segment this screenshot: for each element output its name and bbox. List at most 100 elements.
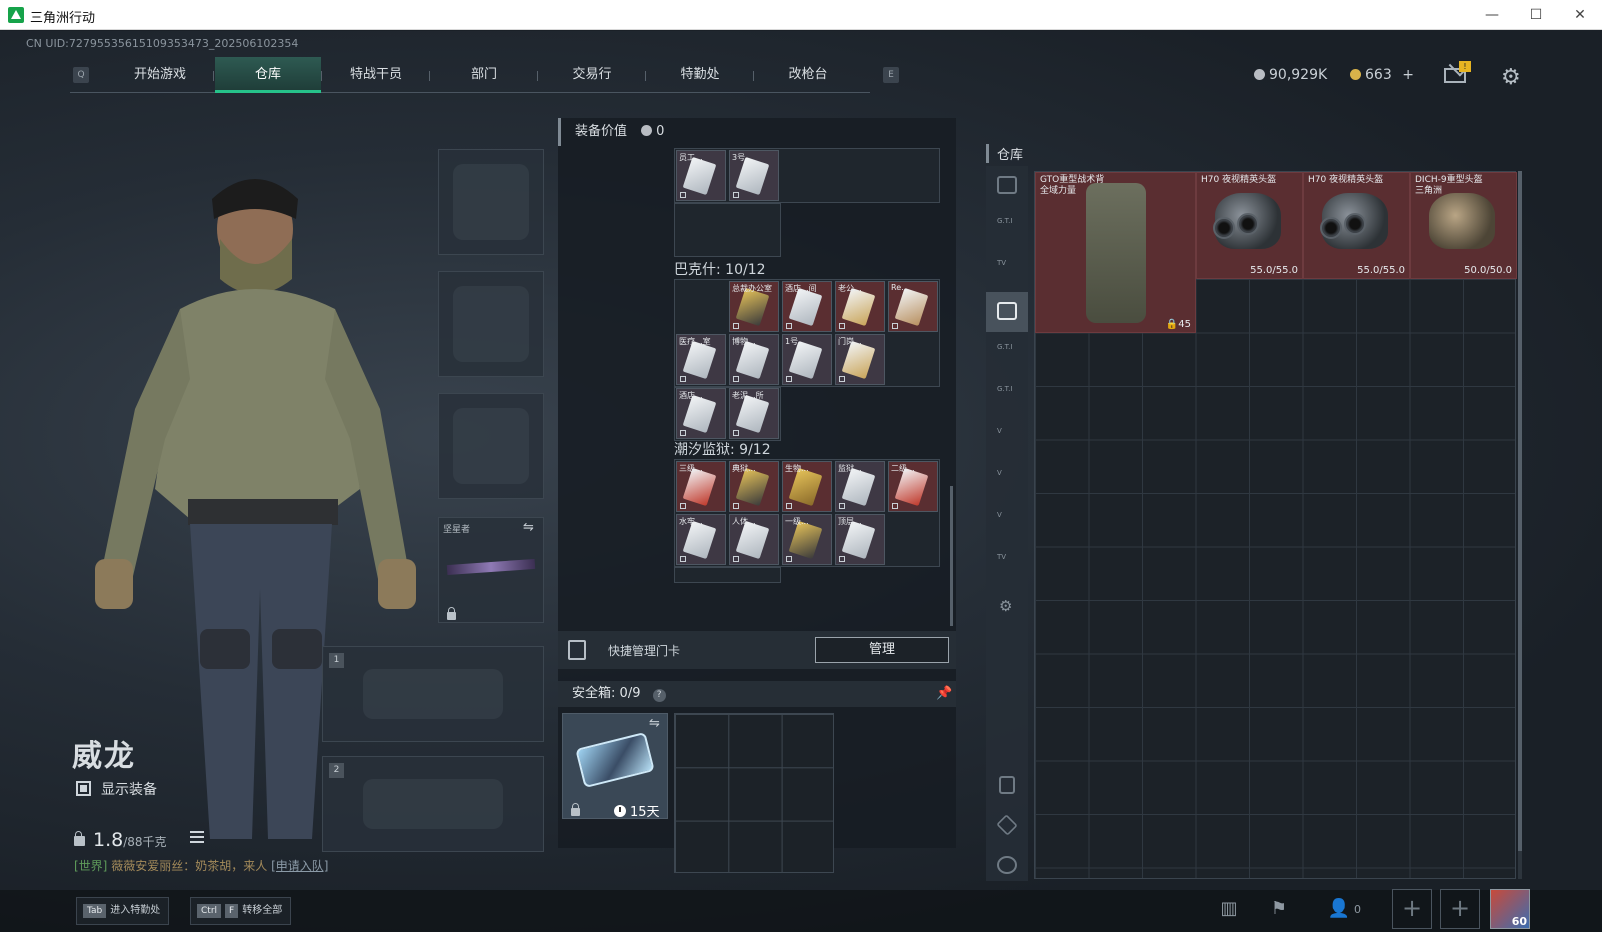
helmet-slot[interactable] [438, 149, 544, 255]
stash-tab[interactable]: G.T.I [986, 334, 1028, 374]
armor-slot[interactable] [438, 271, 544, 377]
stash-tab-all[interactable] [986, 166, 1028, 206]
stash-tab-sort[interactable] [986, 846, 1028, 886]
backpack-icon [1086, 183, 1146, 323]
close-button[interactable]: ✕ [1558, 0, 1602, 30]
apply-join-link[interactable]: [申请入队] [271, 859, 328, 873]
keycard-item[interactable]: 酒店...间 [782, 281, 832, 332]
stash-tab-active[interactable] [986, 292, 1028, 332]
transfer-all-hotkey[interactable]: Ctrl F 转移全部 [190, 897, 292, 925]
keycard-item[interactable]: 门岗... [835, 334, 885, 385]
stats-chart-icon[interactable]: ▥ [1216, 898, 1242, 922]
stash-tab-storage[interactable] [986, 766, 1028, 806]
helmet-placeholder-icon [453, 164, 529, 240]
friends-icon[interactable]: 👤 [1326, 898, 1352, 922]
equip-value-header: 装备价值 0 [558, 118, 956, 146]
swap-icon[interactable]: ⇋ [649, 716, 660, 731]
keycard-item[interactable]: 博物... [729, 334, 779, 385]
stash-tab[interactable]: G.T.I [986, 208, 1028, 248]
slot-lock-icon [447, 607, 456, 620]
minimize-button[interactable]: — [1470, 0, 1514, 30]
silver-currency: 90,929K [1254, 67, 1327, 83]
chat-line[interactable]: [世界] 薇薇安爱丽丝：奶茶胡，来人 [申请入队] [74, 857, 328, 874]
stash-scrollbar[interactable] [1518, 171, 1522, 879]
stash-tab[interactable]: TV [986, 250, 1028, 290]
stash-item-backpack[interactable]: GTO重型战术背 全域力量 🔒45 [1035, 172, 1196, 333]
stash-tab-layers[interactable] [986, 806, 1028, 846]
keycard-item[interactable]: 医疗...室 [676, 334, 726, 385]
pistol-placeholder-icon [453, 408, 529, 484]
add-currency-button[interactable]: + [1402, 67, 1414, 83]
keycard-grid-row [674, 203, 781, 257]
swap-icon[interactable]: ⇋ [523, 520, 534, 535]
add-team-slot[interactable]: + [1440, 889, 1480, 929]
stash-tab[interactable]: V [986, 418, 1028, 458]
tab-special-ops[interactable]: 特勤处 [647, 57, 753, 93]
weight-details-list-icon[interactable] [190, 831, 204, 843]
tab-trading[interactable]: 交易行 [539, 57, 645, 93]
keycard-item[interactable]: 监狱... [835, 461, 885, 512]
tab-operators[interactable]: 特战干员 [323, 57, 429, 93]
pistol-slot[interactable] [438, 393, 544, 499]
show-equipment-checkbox[interactable] [76, 781, 91, 796]
manage-button[interactable]: 管理 [815, 637, 949, 663]
primary-weapon-slot[interactable]: 1 [322, 646, 544, 742]
keycard-item[interactable]: 典狱... [729, 461, 779, 512]
tab-gunsmith[interactable]: 改枪台 [755, 57, 861, 93]
armor-placeholder-icon [453, 286, 529, 362]
gold-currency[interactable]: 663 + [1350, 67, 1414, 83]
show-equipment-toggle[interactable]: 显示装备 [76, 779, 157, 799]
stash-tab[interactable]: V [986, 460, 1028, 500]
keycard-item[interactable]: 总裁办公室 [729, 281, 779, 332]
keycard-item[interactable]: 老公... [835, 281, 885, 332]
keycard-item[interactable]: 员工... [676, 150, 726, 201]
secondary-weapon-slot[interactable]: 2 [322, 756, 544, 852]
enter-special-ops-hotkey[interactable]: Tab 进入特勤处 [76, 897, 170, 925]
friends-count: 0 [1354, 903, 1361, 916]
avatar[interactable]: 60 [1490, 889, 1530, 929]
keycard-item[interactable]: 二级... [888, 461, 938, 512]
nvg-icon [1213, 217, 1235, 239]
stash-item-helmet[interactable]: H70 夜视精英头盔 55.0/55.0 [1196, 172, 1303, 279]
keycard-item[interactable]: Re... [888, 281, 938, 332]
tab-start-game[interactable]: 开始游戏 [107, 57, 213, 93]
nav-divider [429, 71, 430, 81]
keycard-item[interactable]: 生物... [782, 461, 832, 512]
safe-box-grid [674, 713, 834, 873]
keycard-item[interactable]: 3号... [729, 150, 779, 201]
keycard-item[interactable]: 三级... [676, 461, 726, 512]
nav-left-key: Q [73, 67, 89, 83]
stash-tab[interactable]: G.T.I [986, 376, 1028, 416]
app-logo-icon [8, 7, 24, 23]
flag-icon[interactable]: ⚑ [1266, 898, 1292, 922]
pin-icon[interactable]: 📌 [936, 686, 952, 701]
keycard-item[interactable]: 水牢... [676, 514, 726, 565]
add-team-slot[interactable]: + [1392, 889, 1432, 929]
stash-settings-gear-icon[interactable]: ⚙ [999, 597, 1012, 615]
keycard-item[interactable]: 1号... [782, 334, 832, 385]
keycard-item[interactable]: 顶层... [835, 514, 885, 565]
stash-item-helmet[interactable]: H70 夜视精英头盔 55.0/55.0 [1303, 172, 1410, 279]
melee-slot[interactable]: 坚星者 ⇋ [438, 517, 544, 623]
window-title: 三角洲行动 [30, 11, 96, 26]
keycard-item[interactable]: 老泥...所 [729, 388, 779, 439]
stash-tab[interactable]: V [986, 502, 1028, 542]
help-icon[interactable]: ? [652, 689, 666, 702]
stash-tab[interactable]: TV [986, 544, 1028, 584]
tab-warehouse[interactable]: 仓库 [215, 57, 321, 93]
maximize-button[interactable]: ☐ [1514, 0, 1558, 30]
keycard-item[interactable]: 一级... [782, 514, 832, 565]
safe-box-header: 安全箱: 0/9 ? [558, 681, 956, 707]
game-viewport: CN UID:727955356151093534​73_20250​61023… [0, 31, 1602, 932]
keycard-scrollbar[interactable] [950, 486, 953, 626]
keycard-item[interactable]: 人体... [729, 514, 779, 565]
weight-lock-icon [74, 831, 85, 846]
keycard-item[interactable]: 酒店... [676, 388, 726, 439]
settings-gear-icon[interactable]: ⚙ [1501, 65, 1521, 90]
storage-icon [999, 776, 1015, 794]
stash-category-tabs: G.T.I TV G.T.I G.T.I V V V TV [986, 166, 1028, 881]
tab-department[interactable]: 部门 [431, 57, 537, 93]
stash-item-helmet[interactable]: DICH-9重型头盔 三角洲 50.0/50.0 [1410, 172, 1517, 279]
nav-divider [753, 71, 754, 81]
slot-number: 1 [329, 653, 344, 668]
